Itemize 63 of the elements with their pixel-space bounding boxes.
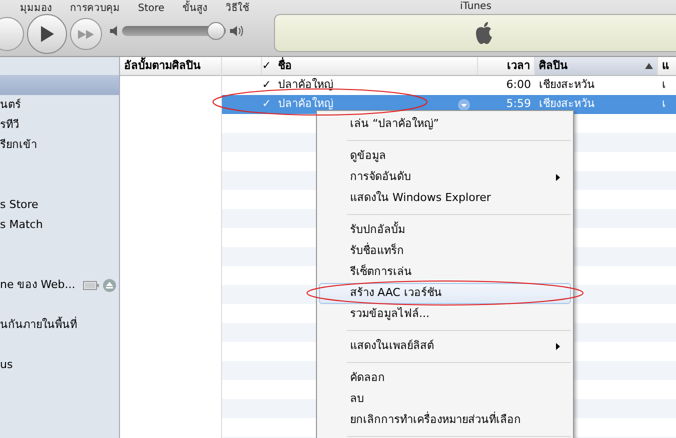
menu-item[interactable]: รับชื่อแทร็ก <box>319 241 571 262</box>
forward-button[interactable] <box>70 18 102 50</box>
sidebar-item[interactable]: s Store <box>0 195 119 215</box>
menu-item[interactable]: การจัดอันดับ <box>319 167 571 188</box>
sidebar-item[interactable]: s Match <box>0 215 119 235</box>
volume-thumb[interactable] <box>206 22 225 40</box>
play-button[interactable] <box>27 14 67 54</box>
sidebar-item[interactable]: us <box>0 355 119 375</box>
column-header[interactable]: ✓ <box>262 57 278 75</box>
table-cell-text: ปลาคัอใหญ่ <box>278 96 333 112</box>
sidebar-item[interactable]: รทีวี <box>0 115 119 135</box>
sidebar-label: ne ของ Web... <box>0 276 76 293</box>
sidebar-label: s Match <box>0 216 43 233</box>
battery-icon <box>83 280 100 290</box>
column-header[interactable]: แ <box>658 57 676 75</box>
menu-item[interactable]: ยกเลิกการทำเครื่องหมายส่วนที่เลือก <box>319 410 571 431</box>
apple-logo-icon <box>475 22 493 44</box>
column-header[interactable]: อัลบั้มตามศิลปิน <box>120 57 221 76</box>
menu-item[interactable]: รับปกอัลบั้ม <box>319 220 571 241</box>
submenu-arrow-icon <box>556 343 560 350</box>
speaker-low-icon <box>110 26 118 36</box>
sidebar-label: นตร์ <box>0 96 21 113</box>
menu-item[interactable]: ลบ <box>319 389 571 410</box>
column-header[interactable]: ชื่อ <box>278 57 478 75</box>
eject-icon[interactable] <box>103 278 116 292</box>
table-cell-text: เ <box>661 77 667 94</box>
window-title: iTunes <box>460 0 492 14</box>
menu-bar-item[interactable]: มุมมอง <box>20 0 52 17</box>
speaker-high-icon <box>230 26 244 36</box>
menu-bar-item[interactable]: การควบคุม <box>70 0 120 17</box>
sidebar-item[interactable]: รียกเข้า <box>0 135 119 155</box>
table-cell-text: เชียงสะหวัน <box>538 96 596 112</box>
menu-item[interactable]: สร้าง AAC เวอร์ชัน <box>319 283 571 304</box>
table-cell-text: เชียงสะหวัน <box>538 77 596 94</box>
column-header[interactable]: ศิลปิน <box>535 57 658 75</box>
sidebar-item[interactable]: นตร์ <box>0 95 119 115</box>
sidebar-item[interactable]: นกันภายในพื้นที่ <box>0 315 119 335</box>
submenu-arrow-icon <box>556 174 560 181</box>
menu-bar-item[interactable]: ขั้นสูง <box>182 0 208 17</box>
menu-bar-item[interactable]: วิธีใช้ <box>225 0 250 17</box>
menu-item[interactable]: ดูข้อมูล <box>319 146 571 167</box>
sidebar-label: s Store <box>0 196 38 213</box>
checkbox[interactable]: ✓ <box>262 77 278 94</box>
menu-item[interactable]: แสดงใน Windows Explorer <box>319 188 571 209</box>
menu-item[interactable]: รีเซ็ตการเล่น <box>319 262 571 283</box>
sidebar-item[interactable]: ne ของ Web... <box>0 275 119 295</box>
table-cell-text: 5:59 <box>505 96 532 112</box>
fast-forward-icon <box>78 30 94 38</box>
sidebar-label: us <box>0 356 13 373</box>
menu-bar-item[interactable]: Store <box>138 0 164 17</box>
dropdown-icon[interactable] <box>458 98 470 110</box>
table-cell-text: ปลาคัอใหญ่ <box>278 77 333 94</box>
sort-ascending-icon <box>645 63 653 69</box>
sidebar-label: นกันภายในพื้นที่ <box>0 316 77 333</box>
play-icon <box>40 26 54 42</box>
sidebar-label: รียกเข้า <box>0 136 37 153</box>
sidebar-label: รทีวี <box>0 116 19 133</box>
menu-item[interactable]: รวมข้อมูลไฟล์... <box>319 304 571 325</box>
table-cell-text: เ <box>661 96 667 112</box>
table-cell-text: 6:00 <box>505 77 532 94</box>
menu-item[interactable]: เล่น “ปลาคัอใหญ่” <box>319 114 571 135</box>
menu-item[interactable]: แสดงในเพลย์ลิสต์ <box>319 336 571 357</box>
menu-item[interactable]: คัดลอก <box>319 368 571 389</box>
